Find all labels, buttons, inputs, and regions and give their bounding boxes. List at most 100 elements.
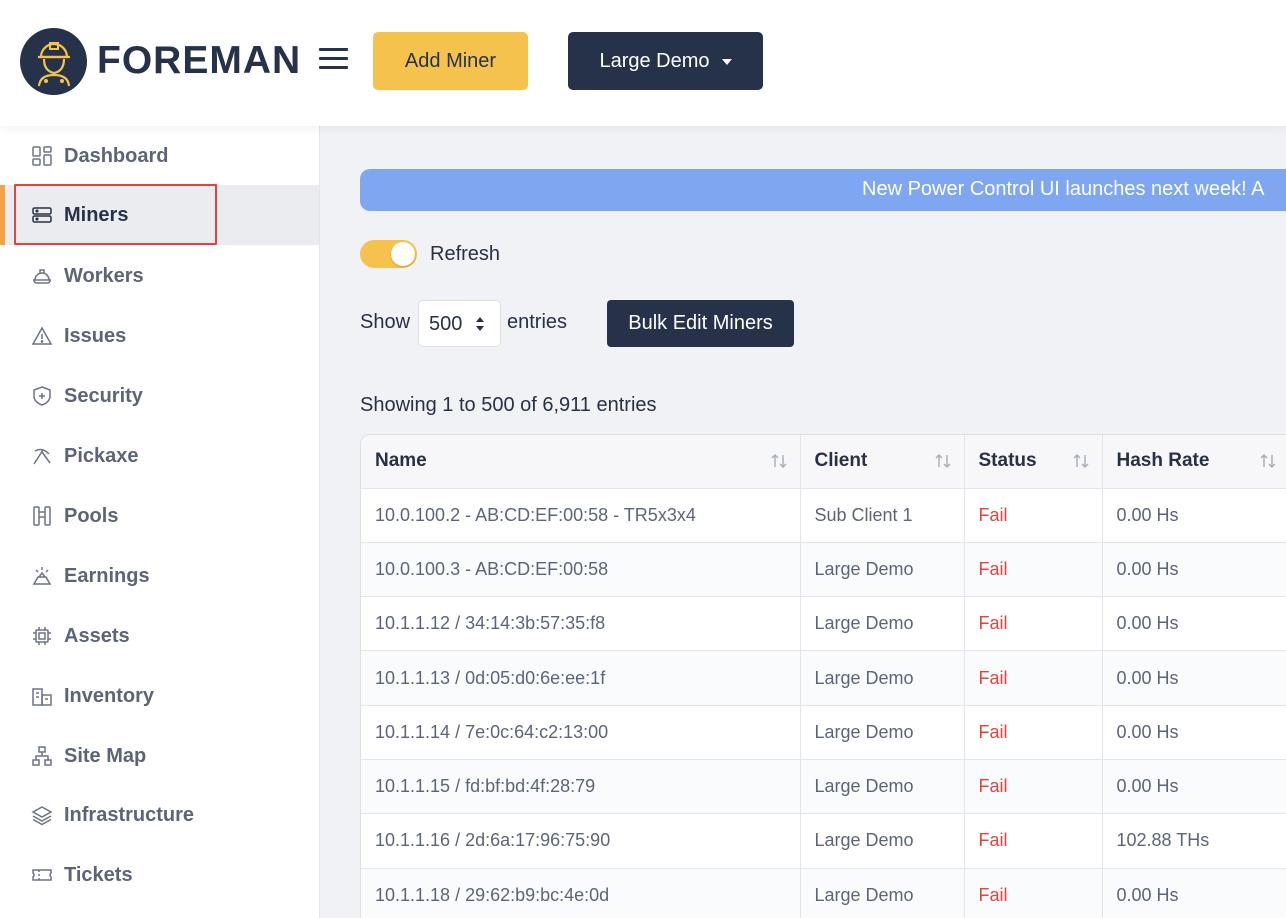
sidebar-item-label: Workers <box>64 264 144 287</box>
sidebar-item-miners[interactable]: Miners <box>0 184 319 245</box>
refresh-label: Refresh <box>430 243 501 265</box>
pools-icon <box>31 505 53 527</box>
sidebar-item-inventory[interactable]: Inventory <box>0 666 319 726</box>
sitemap-icon <box>31 745 53 767</box>
miner-name-cell[interactable]: 10.0.100.3 - AB:CD:EF:00:58 <box>361 542 801 598</box>
table-row[interactable]: 10.1.1.15 / fd:bf:bd:4f:28:79 Large Demo… <box>361 759 1286 815</box>
status-cell: Fail <box>964 868 1103 918</box>
sidebar-item-pickaxe[interactable]: Pickaxe <box>0 426 319 486</box>
column-header-name[interactable]: Name <box>361 435 801 489</box>
client-select-dropdown[interactable]: Large Demo <box>568 32 763 90</box>
table-row[interactable]: 10.1.1.18 / 29:62:b9:bc:4e:0d Large Demo… <box>361 868 1286 918</box>
column-header-status[interactable]: Status <box>964 435 1103 489</box>
hash-rate-cell: 0.00 Hs <box>1102 868 1286 918</box>
client-cell: Large Demo <box>800 542 965 598</box>
sidebar-item-label: Earnings <box>64 564 150 587</box>
sidebar-item-label: Dashboard <box>64 144 169 167</box>
caret-down-icon <box>721 59 732 65</box>
client-select-label: Large Demo <box>599 49 710 72</box>
status-cell: Fail <box>964 813 1103 869</box>
client-cell: Large Demo <box>800 650 965 706</box>
status-cell: Fail <box>964 759 1103 815</box>
dashboard-icon <box>31 145 53 167</box>
miner-name-cell[interactable]: 10.1.1.15 / fd:bf:bd:4f:28:79 <box>361 759 801 815</box>
column-header-label: Name <box>375 450 427 472</box>
sidebar-item-assets[interactable]: Assets <box>0 606 319 666</box>
server-icon <box>31 204 53 226</box>
brand-name: FOREMAN <box>97 39 302 82</box>
miner-name-cell[interactable]: 10.1.1.16 / 2d:6a:17:96:75:90 <box>361 813 801 869</box>
entries-per-page-select[interactable]: 500 <box>418 300 501 347</box>
hash-rate-cell: 0.00 Hs <box>1102 705 1286 760</box>
miner-logo-icon <box>37 41 70 86</box>
sidebar-item-earnings[interactable]: Earnings <box>0 546 319 606</box>
sidebar-item-label: Inventory <box>64 684 155 707</box>
table-row[interactable]: 10.1.1.12 / 34:14:3b:57:35:f8 Large Demo… <box>361 596 1286 652</box>
sidebar-item-site-map[interactable]: Site Map <box>0 726 319 786</box>
column-header-label: Status <box>978 450 1037 472</box>
client-cell: Large Demo <box>800 759 965 815</box>
hash-rate-cell: 0.00 Hs <box>1102 542 1286 598</box>
status-cell: Fail <box>964 542 1103 598</box>
pickaxe-icon <box>31 445 53 467</box>
entries-label: entries <box>507 311 568 333</box>
miner-name-cell[interactable]: 10.1.1.13 / 0d:05:d0:6e:ee:1f <box>361 650 801 706</box>
entries-per-page-value: 500 <box>429 313 463 335</box>
ticket-icon <box>31 864 53 886</box>
refresh-toggle[interactable] <box>360 240 417 268</box>
sidebar: Dashboard Miners Workers Issues Security… <box>0 126 320 918</box>
miner-name-cell[interactable]: 10.1.1.14 / 7e:0c:64:c2:13:00 <box>361 705 801 760</box>
sidebar-item-label: Site Map <box>64 744 147 767</box>
active-indicator <box>0 185 5 245</box>
miner-name-cell[interactable]: 10.1.1.12 / 34:14:3b:57:35:f8 <box>361 596 801 652</box>
sidebar-item-label: Miners <box>64 203 129 226</box>
sidebar-item-workers[interactable]: Workers <box>0 246 319 306</box>
table-row[interactable]: 10.0.100.3 - AB:CD:EF:00:58 Large Demo F… <box>361 542 1286 598</box>
miner-name-cell[interactable]: 10.1.1.18 / 29:62:b9:bc:4e:0d <box>361 868 801 918</box>
column-header-label: Hash Rate <box>1116 450 1210 472</box>
menu-toggle-icon[interactable] <box>318 46 350 72</box>
inventory-icon <box>31 685 53 707</box>
add-miner-button[interactable]: Add Miner <box>373 32 528 90</box>
hash-rate-cell: 102.88 THs <box>1102 813 1286 869</box>
sidebar-item-issues[interactable]: Issues <box>0 306 319 366</box>
sidebar-item-label: Issues <box>64 324 127 347</box>
column-header-hash-rate[interactable]: Hash Rate <box>1102 435 1286 489</box>
client-cell: Large Demo <box>800 868 965 918</box>
layers-icon <box>31 804 53 826</box>
table-header-row: Name Client Status Hash Rate <box>361 435 1286 489</box>
chip-icon <box>31 625 53 647</box>
table-row[interactable]: 10.1.1.13 / 0d:05:d0:6e:ee:1f Large Demo… <box>361 650 1286 706</box>
top-header: FOREMAN Add Miner Large Demo <box>0 0 1286 126</box>
foreman-logo[interactable] <box>20 28 87 95</box>
sort-icon <box>771 454 786 468</box>
status-cell: Fail <box>964 650 1103 706</box>
sidebar-item-label: Security <box>64 384 143 407</box>
show-label: Show <box>360 311 411 333</box>
bulk-edit-miners-button[interactable]: Bulk Edit Miners <box>607 300 794 347</box>
client-cell: Sub Client 1 <box>800 488 965 543</box>
column-header-client[interactable]: Client <box>800 435 965 489</box>
table-row[interactable]: 10.0.100.2 - AB:CD:EF:00:58 - TR5x3x4 Su… <box>361 488 1286 543</box>
sort-icon <box>1073 454 1088 468</box>
column-header-label: Client <box>814 450 868 472</box>
sidebar-item-infrastructure[interactable]: Infrastructure <box>0 785 319 845</box>
sidebar-item-label: Assets <box>64 624 130 647</box>
client-cell: Large Demo <box>800 596 965 652</box>
banner-text: New Power Control UI launches next week!… <box>862 178 1265 200</box>
status-cell: Fail <box>964 705 1103 760</box>
table-row[interactable]: 10.1.1.16 / 2d:6a:17:96:75:90 Large Demo… <box>361 813 1286 869</box>
warning-icon <box>31 325 53 347</box>
sidebar-item-tickets[interactable]: Tickets <box>0 845 319 905</box>
sidebar-item-dashboard[interactable]: Dashboard <box>0 126 319 186</box>
sidebar-item-security[interactable]: Security <box>0 366 319 426</box>
client-cell: Large Demo <box>800 813 965 869</box>
shield-icon <box>31 385 53 407</box>
hardhat-icon <box>31 265 53 287</box>
announcement-banner[interactable]: New Power Control UI launches next week!… <box>360 169 1286 211</box>
miner-name-cell[interactable]: 10.0.100.2 - AB:CD:EF:00:58 - TR5x3x4 <box>361 488 801 543</box>
sidebar-item-pools[interactable]: Pools <box>0 486 319 546</box>
showing-entries-info: Showing 1 to 500 of 6,911 entries <box>360 394 657 416</box>
table-row[interactable]: 10.1.1.14 / 7e:0c:64:c2:13:00 Large Demo… <box>361 705 1286 760</box>
hash-rate-cell: 0.00 Hs <box>1102 488 1286 543</box>
